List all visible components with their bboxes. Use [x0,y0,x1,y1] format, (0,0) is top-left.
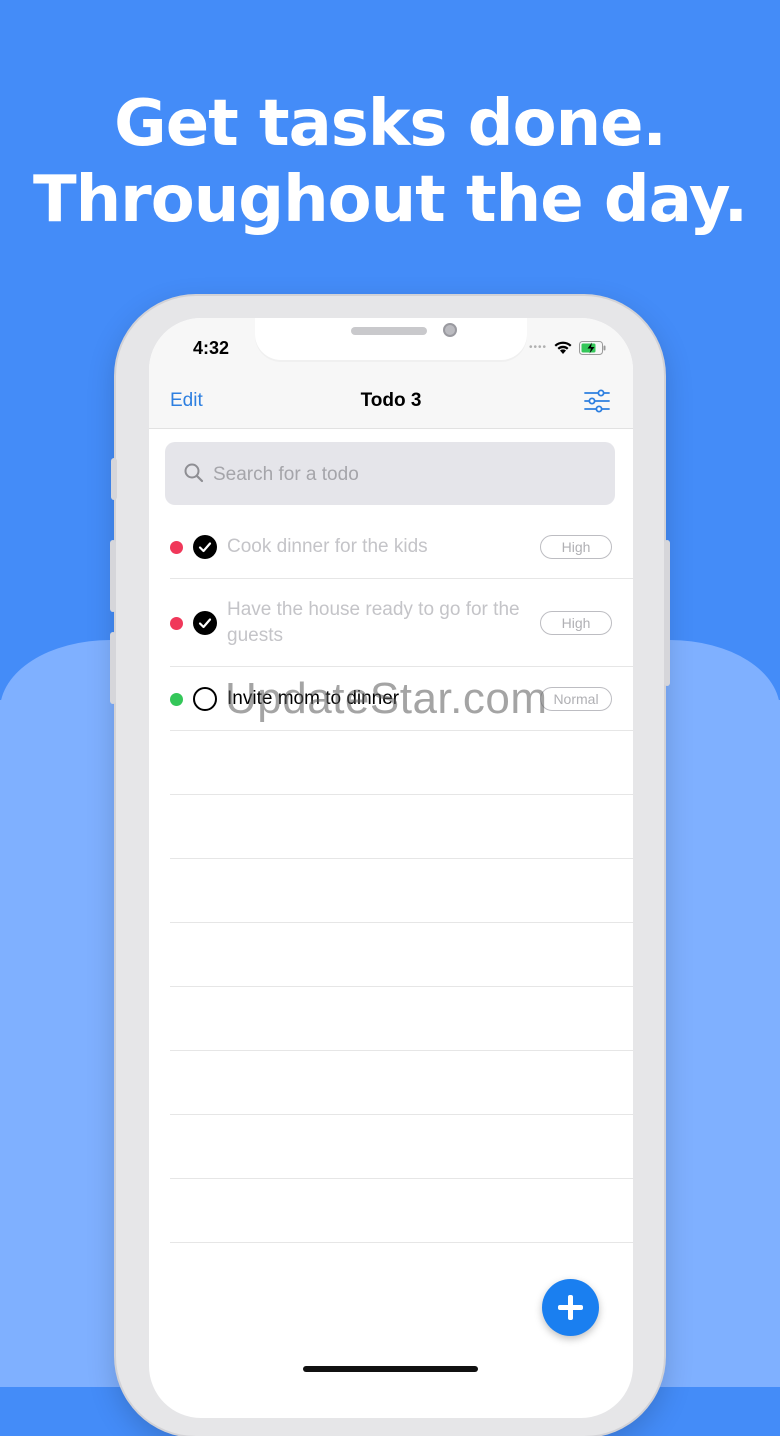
volume-down-button [110,632,116,704]
add-todo-button[interactable] [542,1279,599,1336]
speaker-grille [351,327,427,335]
todo-text: Invite mom to dinner [227,688,400,709]
empty-row [170,731,633,795]
front-camera [443,323,457,337]
filter-button[interactable] [583,388,611,419]
empty-row [170,795,633,859]
empty-row [170,1179,633,1243]
empty-row [170,1051,633,1115]
todo-text: Have the house ready to go for the guest… [227,599,520,646]
volume-up-button [110,540,116,612]
priority-badge: High [540,611,612,635]
power-button [664,540,670,686]
todo-row[interactable]: Cook dinner for the kids High [170,516,633,579]
headline-line-1: Get tasks done. [114,87,667,161]
priority-dot-normal [170,693,183,706]
empty-row [170,859,633,923]
page-title: Todo 3 [360,390,422,411]
checkbox-unchecked[interactable] [193,687,217,711]
priority-badge: High [540,535,612,559]
checkbox-checked[interactable] [193,535,217,559]
battery-charging-icon [579,340,606,355]
status-time: 4:32 [193,338,230,358]
wifi-icon [554,341,572,354]
status-icons: •••• [529,340,607,355]
sliders-icon [584,389,610,413]
priority-badge: Normal [540,687,612,711]
checkmark-icon [198,542,212,553]
notch [255,318,527,360]
empty-row [170,1115,633,1179]
mute-switch [111,458,117,500]
empty-row [170,987,633,1051]
checkbox-checked[interactable] [193,611,217,635]
search-bar[interactable] [165,442,615,507]
signal-dots-icon: •••• [528,342,547,353]
todo-text: Cook dinner for the kids [227,536,428,557]
search-input[interactable] [211,442,595,507]
headline-line-2: Throughout the day. [32,163,748,237]
priority-dot-high [170,617,183,630]
priority-dot-high [170,541,183,554]
search-icon [184,463,204,483]
todo-row[interactable]: Invite mom to dinner Normal [170,667,633,731]
home-indicator[interactable] [303,1366,478,1372]
todo-row[interactable]: Have the house ready to go for the guest… [170,579,633,667]
promo-headline: Get tasks done. Throughout the day. [0,86,780,238]
checkmark-icon [198,618,212,629]
navigation-bar: Edit Todo 3 [149,378,633,429]
todo-list: Cook dinner for the kids High Have the h… [170,516,633,1243]
empty-row [170,923,633,987]
phone-screen: 4:32 •••• Edit Todo 3 Search for a todo … [149,318,633,1418]
